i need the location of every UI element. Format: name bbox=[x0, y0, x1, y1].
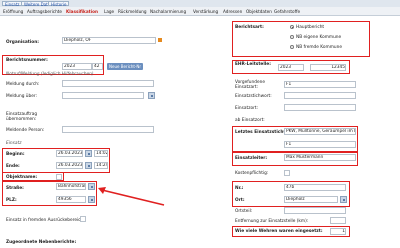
organisation-label: Organisation: bbox=[6, 40, 39, 45]
ehr-number-field[interactable]: 12345 bbox=[310, 64, 346, 71]
zugeordnete-label: Zugeordnete Nebenberichte: bbox=[6, 240, 77, 245]
ehr-label: EHR-Leitstelle: bbox=[235, 62, 271, 67]
objekt-checkbox[interactable] bbox=[56, 174, 62, 180]
meldung-durch-field[interactable] bbox=[62, 80, 154, 87]
einsatzort-label: Einsatzort: bbox=[235, 106, 258, 111]
stichwort-field[interactable] bbox=[284, 92, 356, 99]
calendar-icon[interactable] bbox=[85, 162, 92, 169]
berichtsnummer-label: Berichtsnummer: bbox=[6, 58, 48, 63]
opt-nb-eigene-label: NB eigene Kommune bbox=[296, 35, 342, 40]
tab-historie[interactable]: Historie bbox=[48, 1, 70, 7]
kostenpflichtig-checkbox[interactable] bbox=[284, 170, 290, 176]
required-marker-icon bbox=[158, 38, 162, 42]
subtab-gefahrstoffe[interactable]: Gefahrstoffe bbox=[274, 8, 300, 15]
beginn-date-field[interactable]: 26.03.2023 bbox=[56, 150, 83, 157]
meldung-durch-label: Meldung durch: bbox=[6, 82, 40, 87]
notruf-heading: Notruf/Meldung (lediglich Hilfebrauchen) bbox=[6, 72, 94, 77]
ort-field[interactable]: Diepholz bbox=[284, 196, 338, 203]
entfernung-label: Entfernung zur Einsatzstelle (km): bbox=[235, 219, 309, 224]
opt-hauptbericht-label: Hauptbericht bbox=[296, 25, 325, 30]
meldung-ueber-label: Meldung über: bbox=[6, 94, 38, 99]
entfernung-field[interactable] bbox=[330, 217, 346, 224]
nr-label: Nr.: bbox=[235, 186, 244, 191]
ende-date-field[interactable]: 26.03.2023 bbox=[56, 162, 83, 169]
ehr-year-select[interactable]: 2023 bbox=[278, 64, 304, 71]
vorgefunden-select[interactable]: F1 bbox=[284, 81, 356, 88]
radio-hauptbericht[interactable] bbox=[290, 25, 294, 29]
tab-einsatz[interactable]: Einsatz bbox=[2, 1, 23, 7]
einsatzauftrag-label-2: übernommen: bbox=[6, 117, 37, 122]
wehren-label: Wie viele Wehren waren eingesetzt: bbox=[235, 229, 323, 234]
wehren-field[interactable]: 1 bbox=[330, 228, 346, 235]
meldende-person-label: Meldende Person: bbox=[6, 128, 45, 133]
bericht-year-select[interactable]: 2023 bbox=[62, 63, 92, 70]
subtab-lage[interactable]: Lage bbox=[104, 8, 114, 15]
objektname-label: Objektname: bbox=[6, 175, 38, 180]
nr-field[interactable]: 47b bbox=[284, 184, 346, 191]
subtab-klassifikation[interactable]: Klassifikation bbox=[66, 8, 98, 15]
meldung-ueber-field[interactable] bbox=[62, 92, 144, 99]
radio-nb-fremde[interactable] bbox=[290, 45, 294, 49]
berichtsart-label: Berichtsart: bbox=[235, 25, 264, 30]
stichwort-label: Einsatzstichwort: bbox=[235, 94, 272, 99]
neue-bericht-button[interactable]: Neue Bericht-Nr bbox=[107, 63, 144, 70]
organisation-field[interactable]: Diepholz, OF bbox=[62, 37, 156, 44]
radio-nb-eigene[interactable] bbox=[290, 35, 294, 39]
red-arrow-icon bbox=[98, 187, 165, 206]
einsatzort-field[interactable] bbox=[284, 104, 356, 111]
subtab-nachalarmierung[interactable]: Nachalarmierung bbox=[150, 8, 186, 15]
einsatz-fremd-label: Einsatz in fremden Ausrückebereich: bbox=[6, 218, 85, 223]
opt-nb-fremde-label: NB fremde Kommune bbox=[296, 45, 342, 50]
bericht-number-field[interactable]: 42 bbox=[92, 63, 103, 70]
subtab-verstaerkung[interactable]: Verstärkung bbox=[193, 8, 218, 15]
tab-strip: Einsatz Weitere Daten Historie bbox=[0, 0, 400, 7]
subtab-objektdaten[interactable]: Objektdaten bbox=[246, 8, 272, 15]
plz-field[interactable]: 49356 bbox=[56, 196, 86, 203]
subtab-eroeffnung[interactable]: Eröffnung bbox=[3, 8, 23, 15]
ab-einsatzort-label: ab Einsatzort: bbox=[235, 118, 265, 123]
meldende-person-field[interactable] bbox=[62, 126, 154, 133]
letztes-code-select[interactable]: F1 bbox=[284, 141, 356, 148]
ortsteil-field[interactable] bbox=[284, 207, 346, 214]
kostenpflichtig-label: Kostenpflichtig: bbox=[235, 171, 269, 176]
vorgefunden-label-2: Einsatzart: bbox=[235, 85, 258, 90]
home-icon[interactable] bbox=[88, 196, 95, 203]
beginn-time-field[interactable]: 14:02 bbox=[94, 150, 108, 157]
subtab-auftragsberichte[interactable]: Auftragsberichte bbox=[27, 8, 62, 15]
subtab-bar: Eröffnung Auftragsberichte Klassifikatio… bbox=[0, 7, 400, 16]
ort-label: Ort: bbox=[235, 198, 245, 203]
letztes-stichwort-field[interactable]: PKW, Mülltonne, Geräumpel im Freien, gel… bbox=[284, 128, 356, 135]
ende-label: Ende: bbox=[6, 164, 20, 169]
beginn-label: Beginn: bbox=[6, 152, 25, 157]
einsatzleiter-field[interactable]: Max Mustermann bbox=[284, 154, 356, 161]
strasse-label: Straße: bbox=[6, 186, 24, 191]
home-icon[interactable] bbox=[88, 183, 95, 190]
lookup-icon[interactable] bbox=[148, 92, 155, 99]
plz-label: PLZ: bbox=[6, 198, 17, 203]
einsatz-fremd-checkbox[interactable] bbox=[80, 216, 86, 222]
ortsteil-label: Ortsteil: bbox=[235, 209, 253, 214]
ende-time-field[interactable]: 14:24 bbox=[94, 162, 108, 169]
subtab-rueckmeldung[interactable]: Rückmeldung bbox=[118, 8, 147, 15]
strasse-field[interactable]: Bahnhofstraße bbox=[56, 183, 86, 190]
subtab-adressen[interactable]: Adressen bbox=[223, 8, 242, 15]
einsatzleiter-label: Einsatzleiter: bbox=[235, 156, 268, 161]
einsatz-heading: Einsatz bbox=[6, 141, 22, 146]
home-icon[interactable] bbox=[340, 196, 347, 203]
calendar-icon[interactable] bbox=[85, 150, 92, 157]
